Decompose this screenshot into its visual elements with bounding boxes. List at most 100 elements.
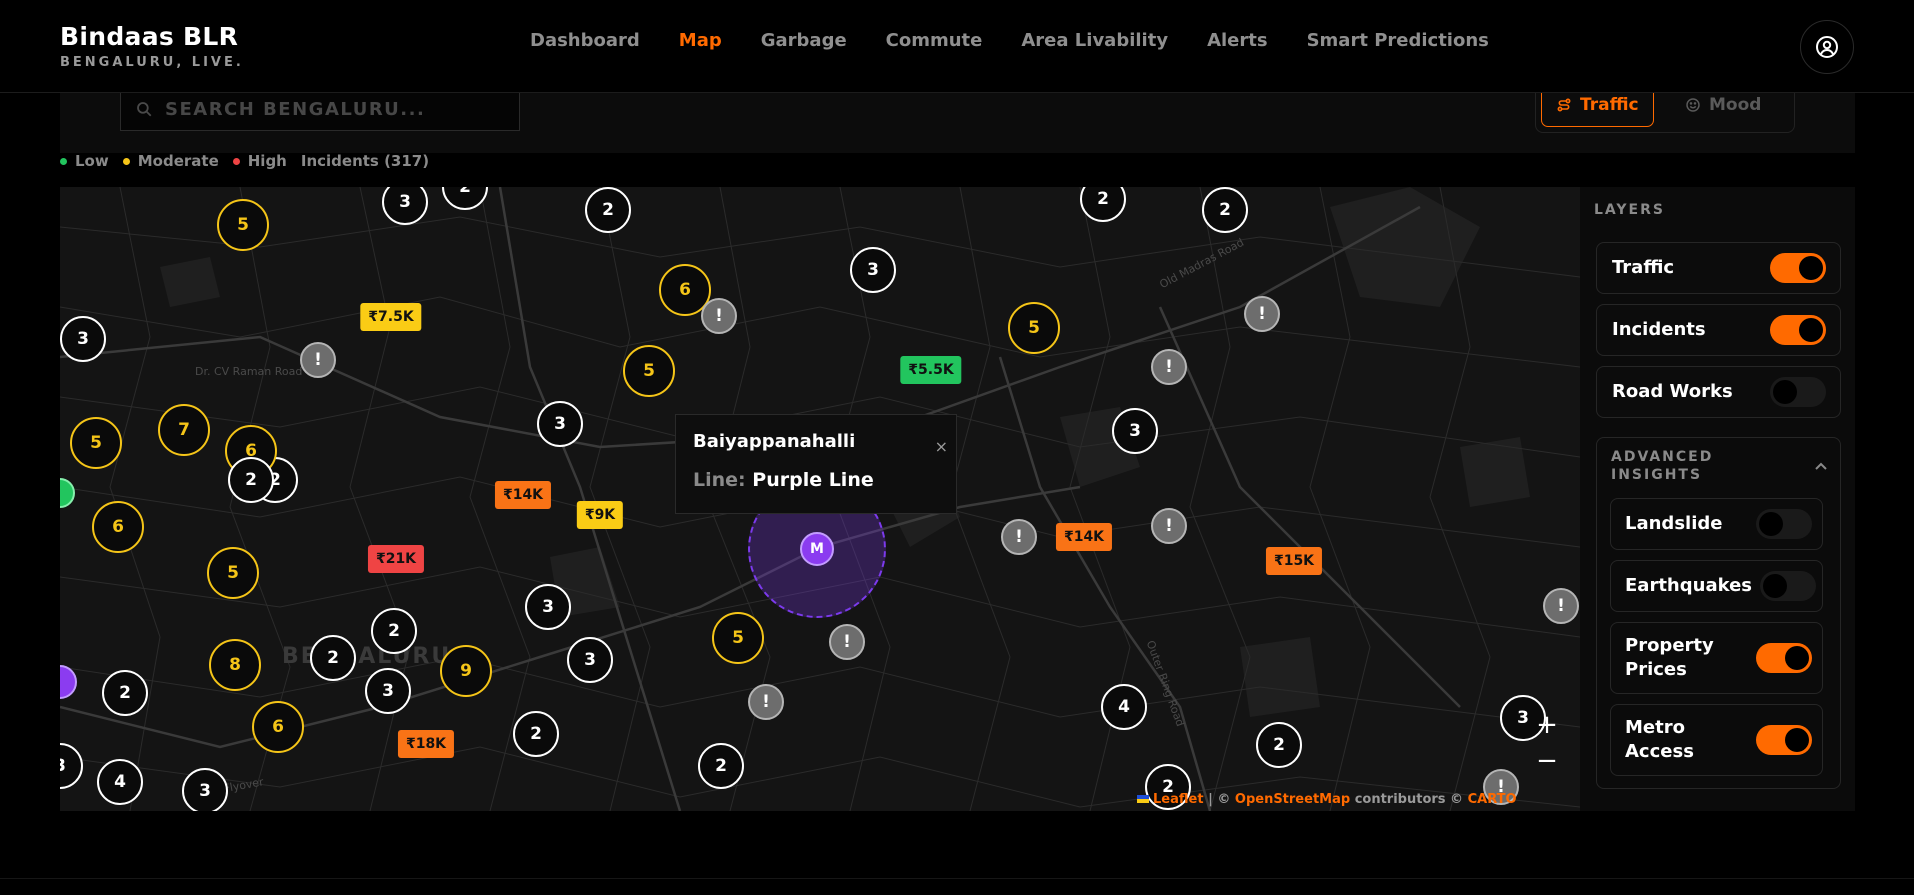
layer-metro-access-toggle[interactable] [1756,725,1812,755]
incident-marker[interactable]: ! [300,342,336,378]
layer-incidents[interactable]: Incidents [1596,304,1841,356]
map-canvas[interactable]: BENGALURU Dr. CV Raman Road Old Madras R… [60,187,1580,811]
legend-incidents-label: Incidents (317) [300,152,430,170]
carto-link[interactable]: CARTO [1468,792,1517,807]
moderate-cluster[interactable]: 5 [207,547,259,599]
moderate-cluster[interactable]: 5 [712,612,764,664]
main-nav: Dashboard Map Garbage Commute Area Livab… [530,30,1528,51]
nav-garbage[interactable]: Garbage [761,30,847,51]
incident-cluster[interactable]: 2 [310,635,356,681]
layer-road-works[interactable]: Road Works [1596,366,1841,418]
legend-low-label: Low [75,152,109,170]
moderate-cluster[interactable]: 9 [440,645,492,697]
moderate-cluster[interactable]: 5 [1008,302,1060,354]
incident-cluster[interactable]: 2 [585,187,631,233]
incident-marker[interactable]: ! [748,684,784,720]
incident-cluster[interactable]: 3 [537,401,583,447]
map-attribution: Leaflet | © OpenStreetMap contributors ©… [1137,792,1517,807]
incident-cluster[interactable]: 3 [182,768,228,811]
layer-incidents-toggle[interactable] [1770,315,1826,345]
incident-marker[interactable]: ! [1543,588,1579,624]
incident-cluster[interactable]: 2 [102,670,148,716]
layer-road-works-toggle[interactable] [1770,377,1826,407]
property-price-tag[interactable]: ₹18K [397,730,455,758]
zoom-out-button[interactable]: − [1529,743,1565,779]
moderate-cluster[interactable]: 5 [217,199,269,251]
layer-property-prices[interactable]: Property Prices [1610,622,1823,694]
chevron-up-icon[interactable] [1814,456,1828,475]
moderate-cluster[interactable]: 6 [92,501,144,553]
legend-moderate-dot [122,157,130,165]
layer-landslide-toggle[interactable] [1756,509,1812,539]
nav-commute[interactable]: Commute [886,30,983,51]
incident-cluster[interactable]: 3 [850,247,896,293]
incident-cluster[interactable]: 2 [371,608,417,654]
popup-close-button[interactable]: × [935,437,948,456]
osm-link[interactable]: OpenStreetMap [1235,792,1350,807]
layer-metro-access[interactable]: Metro Access [1610,704,1823,776]
incident-cluster[interactable]: 3 [525,584,571,630]
incident-marker[interactable]: ! [829,624,865,660]
property-price-tag[interactable]: ₹15K [1265,547,1323,575]
route-icon [1557,98,1571,112]
popup-title: Baiyappanahalli [693,431,856,452]
legend-high-label: High [247,152,287,170]
incident-cluster[interactable]: 4 [1101,684,1147,730]
brand-subtitle: BENGALURU, LIVE. [60,55,244,70]
layer-landslide-label: Landslide [1625,513,1723,534]
layer-landslide[interactable]: Landslide [1610,498,1823,550]
incident-marker[interactable]: ! [1001,519,1037,555]
moderate-cluster[interactable]: 5 [70,417,122,469]
incident-cluster[interactable]: 3 [365,668,411,714]
layer-traffic-toggle[interactable] [1770,253,1826,283]
property-price-tag[interactable]: ₹7.5K [360,303,422,331]
metro-station-marker[interactable]: M [800,532,834,566]
incident-cluster[interactable]: 3 [60,316,106,362]
layer-property-prices-toggle[interactable] [1756,643,1812,673]
layer-earthquakes[interactable]: Earthquakes [1610,560,1823,612]
incident-marker[interactable]: ! [1244,296,1280,332]
incident-cluster[interactable]: 2 [1202,187,1248,233]
property-price-tag[interactable]: ₹5.5K [900,356,962,384]
nav-map[interactable]: Map [679,30,722,51]
legend-moderate: Moderate [122,152,219,170]
incident-cluster[interactable]: 2 [1256,722,1302,768]
property-price-tag[interactable]: ₹14K [494,481,552,509]
property-price-tag[interactable]: ₹9K [576,501,624,529]
user-circle-icon [1816,36,1838,58]
incident-cluster[interactable]: 2 [513,711,559,757]
zoom-in-button[interactable]: + [1529,707,1565,743]
moderate-cluster[interactable]: 7 [158,404,210,456]
layer-earthquakes-toggle[interactable] [1760,571,1816,601]
moderate-cluster[interactable]: 5 [623,345,675,397]
incident-marker[interactable]: ! [701,298,737,334]
moderate-cluster[interactable]: 8 [209,639,261,691]
account-button[interactable] [1800,20,1854,74]
layer-traffic[interactable]: Traffic [1596,242,1841,294]
nav-smart-predictions[interactable]: Smart Predictions [1307,30,1489,51]
legend-incidents: Incidents (317) [301,152,429,170]
incident-cluster[interactable]: 3 [1112,408,1158,454]
layers-title: LAYERS [1594,202,1665,218]
nav-area-livability[interactable]: Area Livability [1021,30,1168,51]
nav-dashboard[interactable]: Dashboard [530,30,640,51]
property-price-tag[interactable]: ₹21K [367,545,425,573]
advanced-insights-section: ADVANCED INSIGHTS Landslide Earthquakes … [1596,437,1841,789]
leaflet-link[interactable]: Leaflet [1153,792,1204,807]
incident-marker[interactable]: ! [1151,508,1187,544]
city-label: BENGALURU [282,644,452,669]
search-box[interactable] [120,87,520,131]
property-price-tag[interactable]: ₹14K [1055,523,1113,551]
incident-cluster[interactable]: 4 [97,759,143,805]
incident-cluster[interactable]: 2 [228,457,274,503]
zoom-control: + − [1529,707,1565,779]
search-icon [137,102,152,117]
search-input[interactable] [165,98,505,120]
moderate-cluster[interactable]: 6 [252,701,304,753]
incident-cluster[interactable]: 2 [698,743,744,789]
layer-road-works-label: Road Works [1612,381,1733,402]
incident-marker[interactable]: ! [1151,349,1187,385]
nav-alerts[interactable]: Alerts [1207,30,1268,51]
incident-cluster[interactable]: 3 [567,637,613,683]
brand[interactable]: Bindaas BLR BENGALURU, LIVE. [60,22,244,70]
